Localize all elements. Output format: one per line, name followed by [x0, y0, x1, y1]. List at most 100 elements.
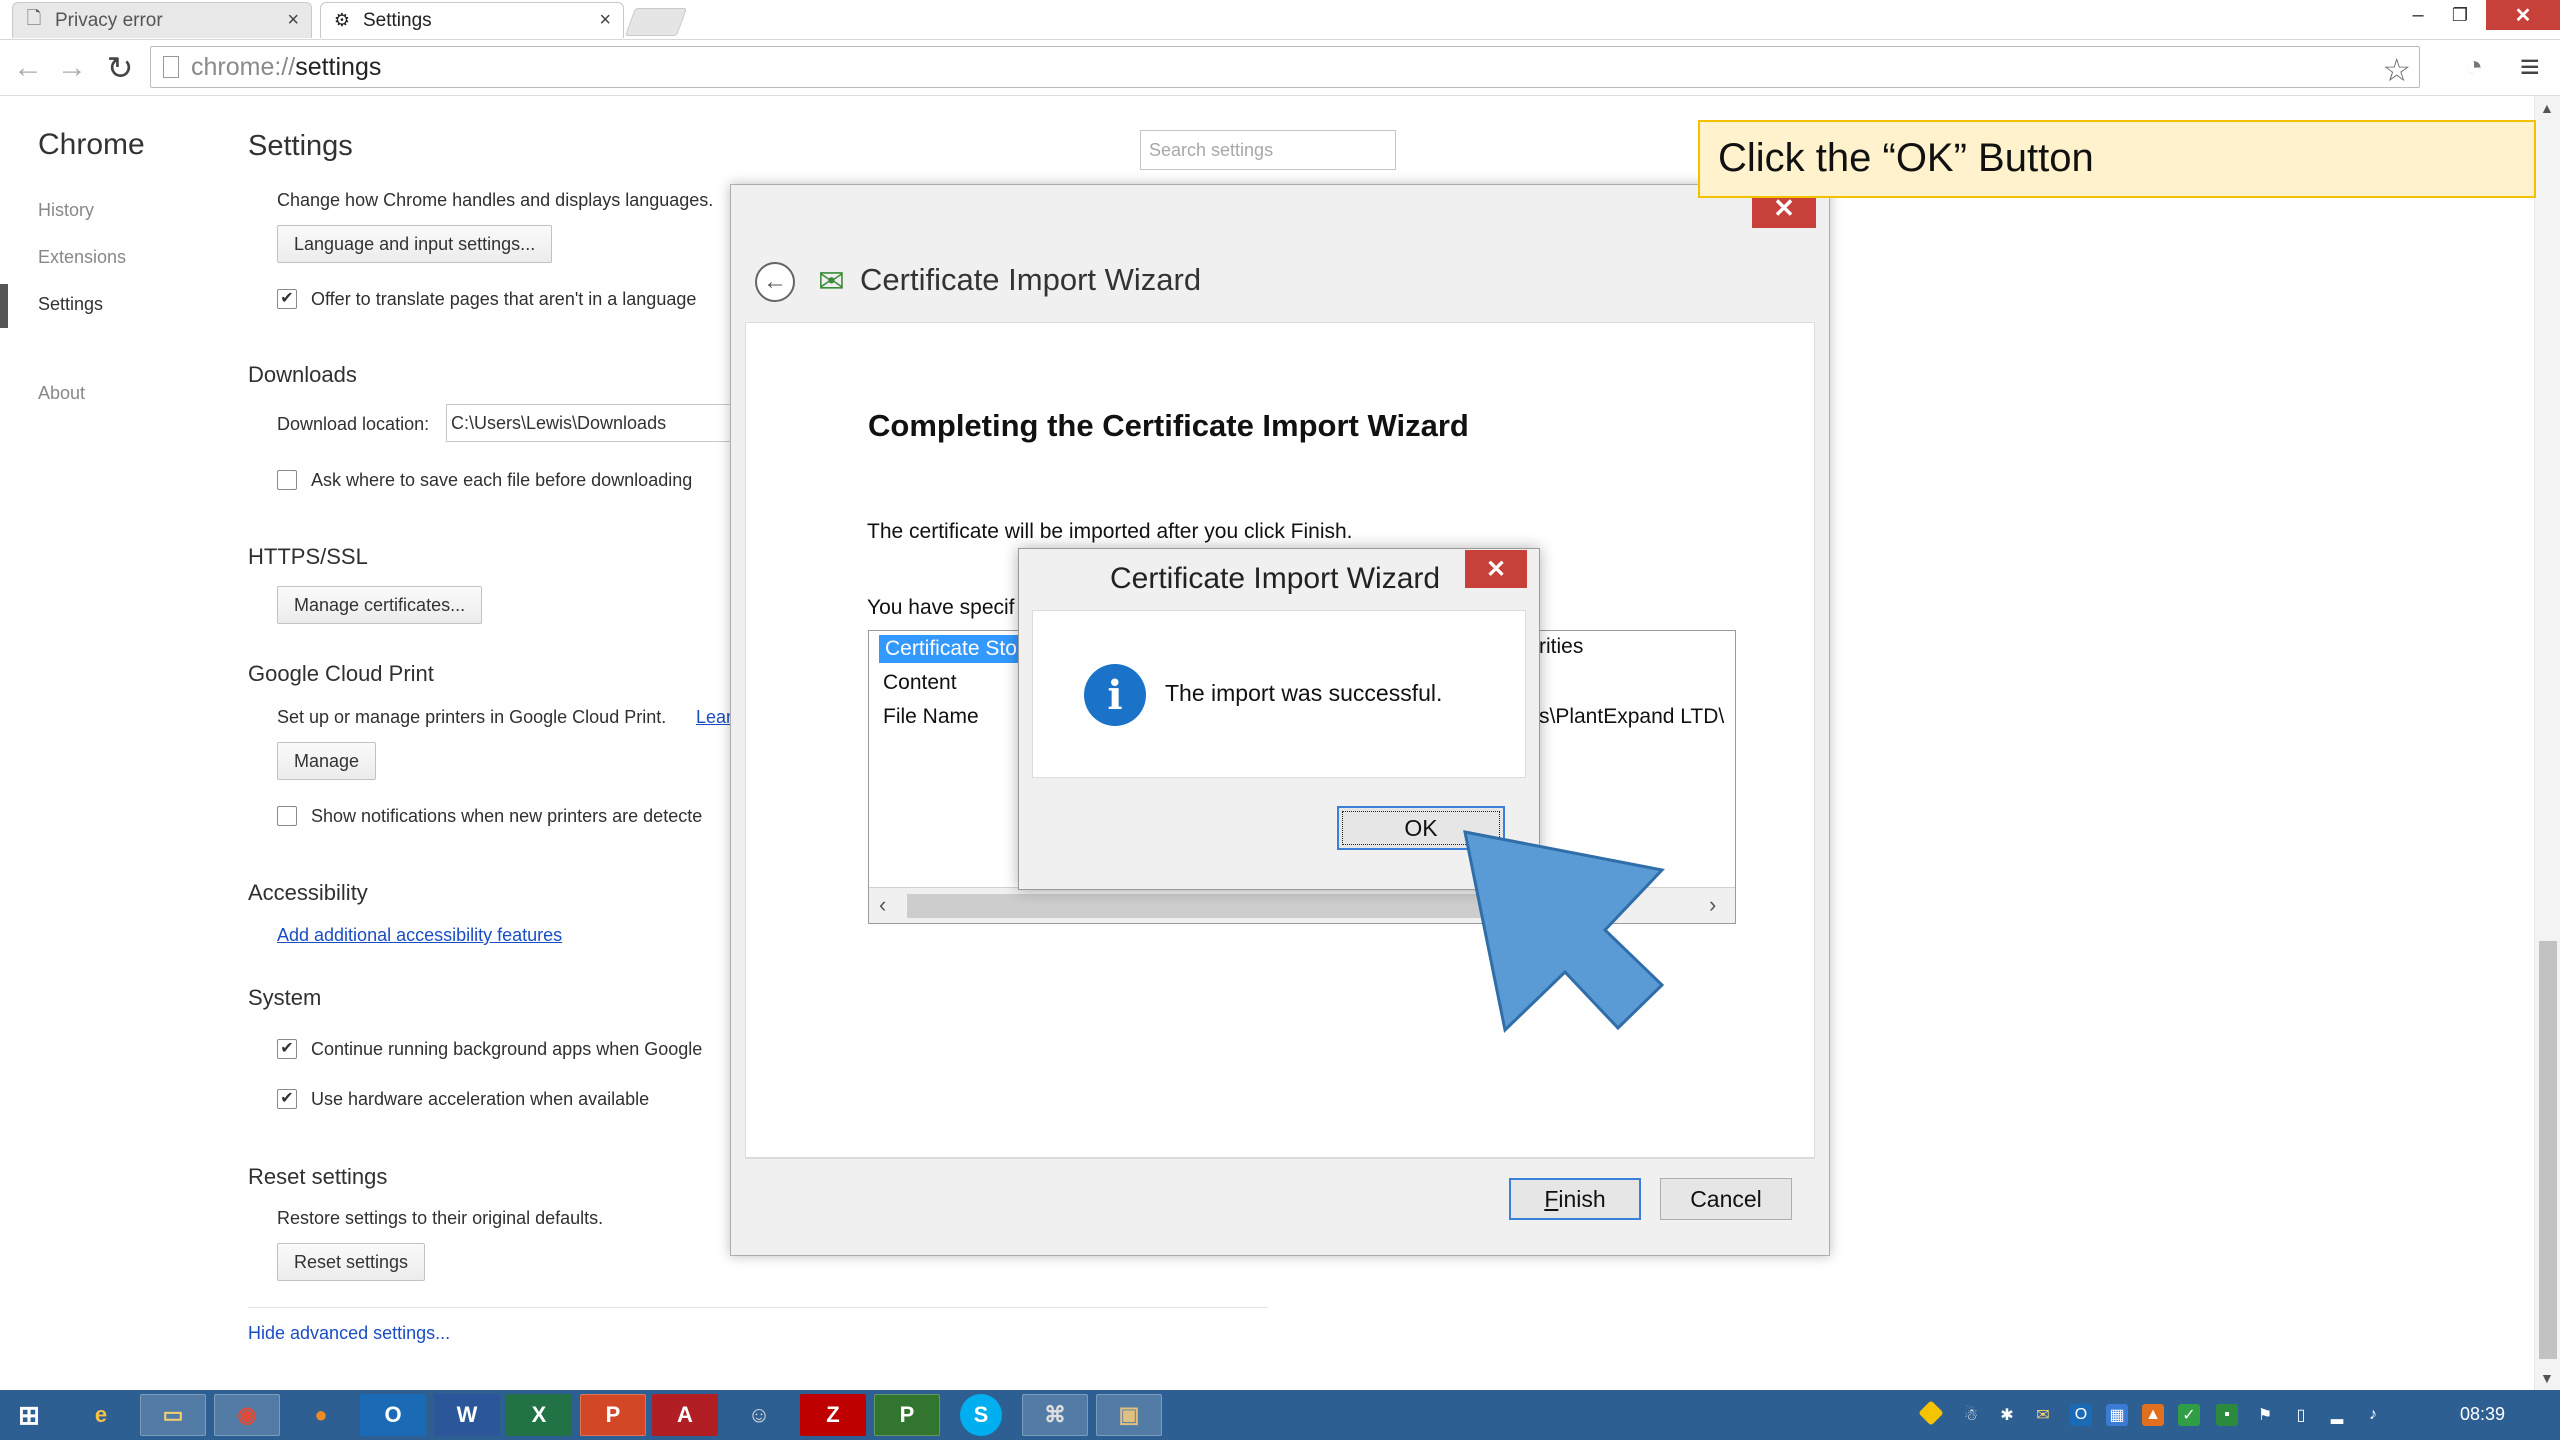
- list-item-content[interactable]: Content: [883, 671, 957, 695]
- dialog-close-icon[interactable]: ✕: [1465, 550, 1527, 588]
- chrome-icon[interactable]: ◉: [214, 1394, 280, 1436]
- pointer-arrow-icon: [1463, 830, 1665, 1033]
- minimize-icon[interactable]: –: [2398, 0, 2438, 30]
- cloud-print-learn-link[interactable]: Lear: [696, 707, 732, 728]
- ask-save-checkbox[interactable]: [277, 470, 297, 490]
- hardware-accel-checkbox[interactable]: ✔: [277, 1089, 297, 1109]
- word-icon[interactable]: W: [434, 1394, 500, 1436]
- scroll-down-icon[interactable]: ▼: [2540, 1370, 2554, 1386]
- skype-icon[interactable]: S: [960, 1394, 1002, 1436]
- sidebar-item-about[interactable]: About: [38, 383, 85, 404]
- outlook-icon[interactable]: O: [360, 1394, 426, 1436]
- restore-icon[interactable]: ❐: [2440, 0, 2480, 30]
- search-settings-input[interactable]: [1140, 130, 1396, 170]
- media-app-icon[interactable]: ▣: [1096, 1394, 1162, 1436]
- printer-notify-checkbox[interactable]: [277, 806, 297, 826]
- language-input-settings-button[interactable]: Language and input settings...: [277, 225, 553, 263]
- info-icon: i: [1084, 664, 1146, 726]
- scrollbar-thumb[interactable]: [2539, 941, 2557, 1359]
- sidebar-item-settings[interactable]: Settings: [38, 294, 103, 315]
- tab-label: Privacy error: [55, 9, 163, 31]
- shield-tray-icon[interactable]: ✱: [1996, 1404, 2018, 1426]
- gimp-icon[interactable]: ☺: [726, 1394, 792, 1436]
- clock[interactable]: 08:39: [2460, 1404, 2505, 1425]
- ask-save-label: Ask where to save each file before downl…: [311, 470, 693, 490]
- new-tab-button[interactable]: [624, 8, 688, 36]
- scroll-left-icon[interactable]: ‹: [879, 892, 886, 918]
- reset-settings-button[interactable]: Reset settings: [277, 1243, 426, 1281]
- sidebar-item-history[interactable]: History: [38, 200, 94, 221]
- list-value-certificate-store: rities: [1539, 635, 1584, 658]
- background-apps-label: Continue running background apps when Go…: [311, 1039, 703, 1059]
- accessibility-link[interactable]: Add additional accessibility features: [277, 925, 562, 946]
- network-app-icon[interactable]: ⌘: [1022, 1394, 1088, 1436]
- filezilla-icon[interactable]: Z: [800, 1394, 866, 1436]
- outlook-tray-icon[interactable]: O: [2070, 1404, 2092, 1426]
- firefox-icon[interactable]: ●: [288, 1394, 354, 1436]
- excel-icon[interactable]: X: [506, 1394, 572, 1436]
- wizard-back-icon[interactable]: ←: [755, 262, 795, 302]
- cancel-button[interactable]: Cancel: [1660, 1178, 1792, 1220]
- forward-arrow-icon[interactable]: →: [54, 48, 90, 88]
- scrollbar-thumb[interactable]: [907, 894, 1517, 918]
- languages-description: Change how Chrome handles and displays l…: [277, 190, 714, 210]
- scroll-up-icon[interactable]: ▲: [2540, 100, 2554, 116]
- nvidia-tray-icon[interactable]: ▪: [2216, 1404, 2238, 1426]
- cloud-print-manage-button[interactable]: Manage: [277, 742, 377, 780]
- url-path: settings: [295, 52, 382, 81]
- people-tray-icon[interactable]: ☃: [1960, 1404, 1982, 1426]
- back-arrow-icon[interactable]: ←: [10, 48, 46, 88]
- hardware-accel-label: Use hardware acceleration when available: [311, 1089, 650, 1109]
- translate-label: Offer to translate pages that aren't in …: [311, 289, 697, 309]
- warning-tray-icon[interactable]: [1918, 1400, 1944, 1426]
- finish-button[interactable]: Finish: [1509, 1178, 1641, 1220]
- volume-tray-icon[interactable]: ♪: [2362, 1404, 2384, 1426]
- tab-privacy-error[interactable]: 🗋 Privacy error ×: [12, 2, 312, 38]
- download-location-label: Download location:: [277, 414, 430, 434]
- start-icon[interactable]: ⊞: [0, 1394, 58, 1436]
- powerpoint-icon[interactable]: P: [580, 1394, 646, 1436]
- hamburger-menu-icon[interactable]: ≡: [2520, 48, 2540, 87]
- tab-settings[interactable]: ⚙ Settings ×: [320, 2, 624, 38]
- extension-icon[interactable]: ◔: [2465, 50, 2483, 84]
- acrobat-icon[interactable]: A: [652, 1394, 718, 1436]
- dialog-title: Certificate Import Wizard: [1110, 562, 1441, 595]
- finish-label: inish: [1558, 1185, 1606, 1212]
- page-title: Settings: [248, 130, 353, 162]
- hide-advanced-link[interactable]: Hide advanced settings...: [248, 1323, 450, 1344]
- accessibility-heading: Accessibility: [248, 880, 368, 905]
- manage-certificates-button[interactable]: Manage certificates...: [277, 586, 483, 624]
- flag-tray-icon[interactable]: ⚑: [2254, 1404, 2276, 1426]
- project-icon[interactable]: P: [874, 1394, 940, 1436]
- sidebar-item-extensions[interactable]: Extensions: [38, 247, 126, 268]
- page-icon: [163, 56, 179, 78]
- translate-checkbox[interactable]: ✔: [277, 289, 297, 309]
- address-bar[interactable]: chrome://settings ☆: [150, 46, 2420, 88]
- wizard-heading: Completing the Certificate Import Wizard: [868, 408, 1469, 443]
- close-icon[interactable]: ×: [599, 9, 611, 32]
- check-tray-icon[interactable]: ✓: [2178, 1404, 2200, 1426]
- background-apps-checkbox[interactable]: ✔: [277, 1039, 297, 1059]
- close-icon[interactable]: ×: [287, 9, 299, 32]
- download-location-field[interactable]: C:\Users\Lewis\Downloads: [446, 404, 736, 442]
- reset-description: Restore settings to their original defau…: [277, 1208, 604, 1228]
- page-scrollbar[interactable]: ▲ ▼: [2534, 96, 2560, 1390]
- grid-tray-icon[interactable]: ▦: [2106, 1404, 2128, 1426]
- cloud-print-description: Set up or manage printers in Google Clou…: [277, 707, 667, 727]
- list-item-file-name[interactable]: File Name: [883, 705, 979, 729]
- wizard-description: The certificate will be imported after y…: [867, 520, 1353, 543]
- mail-tray-icon[interactable]: ✉: [2032, 1404, 2054, 1426]
- window-close-icon[interactable]: ✕: [2486, 0, 2560, 30]
- star-icon[interactable]: ☆: [2382, 51, 2411, 89]
- list-item-certificate-store[interactable]: Certificate Sto: [879, 635, 1023, 663]
- alert-tray-icon[interactable]: ▲: [2142, 1404, 2164, 1426]
- battery-tray-icon[interactable]: ▯: [2290, 1404, 2312, 1426]
- signal-tray-icon[interactable]: ▂: [2326, 1404, 2348, 1426]
- reload-icon[interactable]: ↻: [102, 48, 138, 88]
- scroll-right-icon[interactable]: ›: [1709, 892, 1716, 918]
- file-explorer-icon[interactable]: ▭: [140, 1394, 206, 1436]
- list-value-file-name: s\PlantExpand LTD\: [1539, 705, 1725, 728]
- certificate-icon: ✉: [818, 263, 845, 299]
- sidebar-active-indicator: [0, 284, 8, 328]
- internet-explorer-icon[interactable]: e: [68, 1394, 134, 1436]
